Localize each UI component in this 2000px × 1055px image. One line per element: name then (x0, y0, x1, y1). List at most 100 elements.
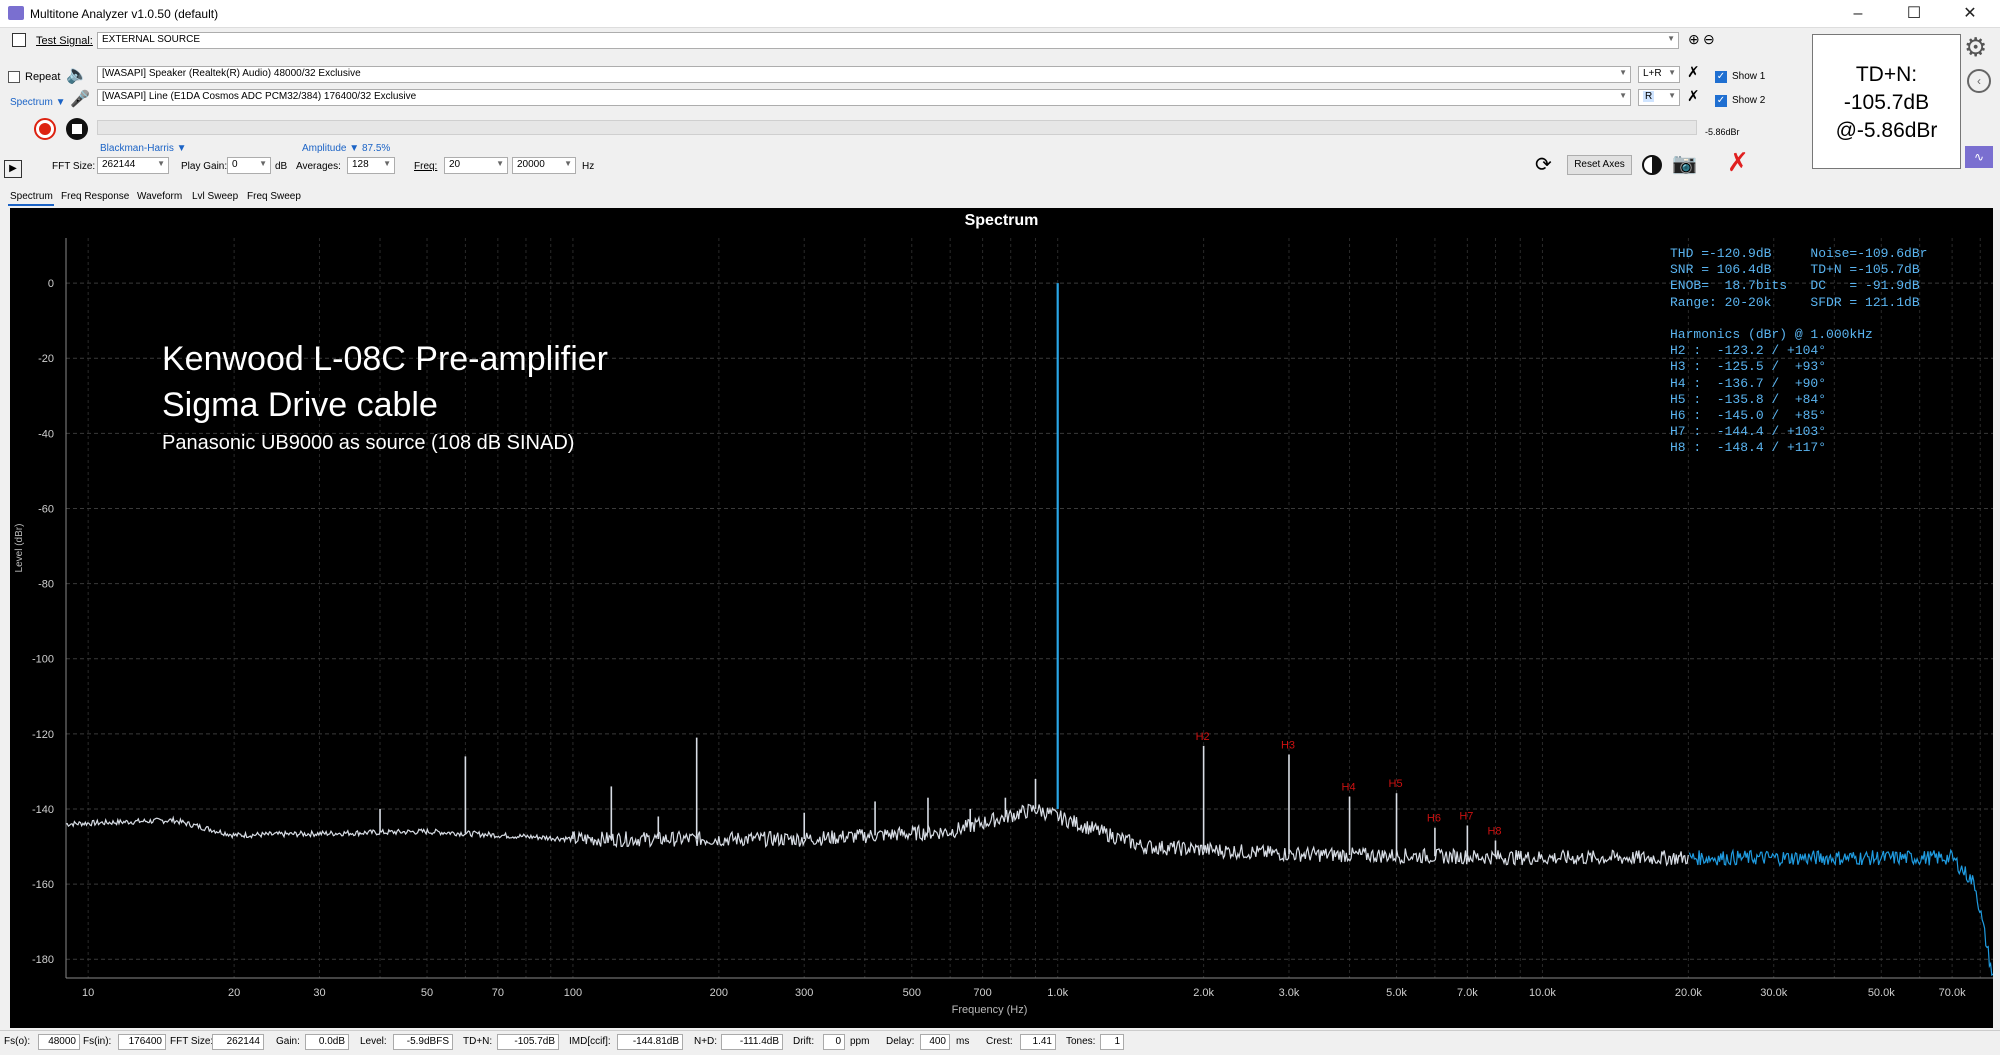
annotation-line1: Kenwood L-08C Pre-amplifier (162, 340, 608, 378)
stats-line: H8 : -148.4 / +117° (1670, 440, 1827, 456)
annotation-line2: Sigma Drive cable (162, 386, 438, 424)
x-tick-label: 70.0k (1939, 987, 1966, 999)
spectrum-plot[interactable]: 0 -20 -40 -60 -80 -100 -120 -140 -160 -180 10 20 30 5… (10, 208, 1994, 1028)
tab-underline (8, 204, 54, 206)
level-meter (97, 120, 1697, 135)
stop-button[interactable] (66, 118, 88, 140)
contrast-icon[interactable] (1642, 155, 1662, 175)
fft-size-select[interactable]: 262144 ▼ (97, 157, 169, 174)
spectrum-mode-button[interactable]: Spectrum ▼ (10, 97, 65, 108)
nd-status-label: N+D: (694, 1036, 718, 1047)
y-tick-label: -120 (32, 729, 54, 741)
tab-waveform[interactable]: Waveform (137, 191, 182, 202)
refresh-icon[interactable]: ⟳ (1535, 152, 1552, 177)
minimize-button[interactable]: – (1830, 0, 1886, 28)
crest-status-value: 1.41 (1020, 1034, 1056, 1050)
stats-line: Harmonics (dBr) @ 1.000kHz (1670, 327, 1873, 343)
x-tick-label: 50 (421, 987, 433, 999)
y-tick-label: -180 (32, 954, 54, 966)
input-device-select[interactable]: [WASAPI] Line (E1DA Cosmos ADC PCM32/384… (97, 89, 1631, 106)
maximize-button[interactable]: ☐ (1886, 0, 1942, 28)
amplitude-button[interactable]: Amplitude ▼ 87.5% (302, 143, 390, 154)
stats-block: THD =-120.9dB Noise=-109.6dBr SNR = 106.4… (1670, 246, 1927, 457)
stop-icon (72, 124, 82, 134)
x-tick-label: 200 (710, 987, 728, 999)
output-channel-select[interactable]: L+R ▼ (1638, 66, 1680, 83)
fs-in-value: 176400 (118, 1034, 166, 1050)
x-tick-label: 20.0k (1675, 987, 1702, 999)
tab-lvl-sweep[interactable]: Lvl Sweep (192, 191, 238, 202)
panel-toggle-icon[interactable]: ▶ (4, 160, 22, 178)
window-function-button[interactable]: Blackman-Harris ▼ (100, 143, 187, 154)
tab-freq-sweep[interactable]: Freq Sweep (247, 191, 301, 202)
harmonic-label: H6 (1427, 813, 1441, 825)
x-tick-label: 70 (492, 987, 504, 999)
remove-icon[interactable]: ⊖ (1703, 31, 1715, 48)
x-tick-label: 100 (564, 987, 582, 999)
clear-icon[interactable]: ✗ (1727, 147, 1749, 178)
close-button[interactable]: ✕ (1942, 0, 1998, 28)
output-tool-icon[interactable]: ✗ (1687, 63, 1700, 81)
history-icon[interactable]: ‹ (1967, 69, 1991, 93)
waveform-view-icon[interactable]: ∿ (1965, 146, 1993, 168)
input-tool-icon[interactable]: ✗ (1687, 87, 1700, 105)
fs-out-label: Fs(o): (4, 1036, 31, 1047)
title-bar: Multitone Analyzer v1.0.50 (default) – ☐… (0, 0, 2000, 28)
drift-status-label: Drift: (793, 1036, 815, 1047)
tones-status-value: 1 (1100, 1034, 1124, 1050)
play-gain-select[interactable]: 0 ▼ (227, 157, 271, 174)
gain-status-value: 0.0dB (305, 1034, 349, 1050)
stats-line (1670, 311, 1927, 327)
freq-max-select[interactable]: 20000 ▼ (512, 157, 576, 174)
repeat-checkbox[interactable] (8, 71, 20, 83)
labels-layer: H2 H3 H4 H5 H6 H7 H8 (1196, 731, 1502, 838)
tab-freq-response[interactable]: Freq Response (61, 191, 129, 202)
show2-checkbox[interactable]: ✓ (1715, 95, 1727, 107)
averages-select[interactable]: 128 ▼ (347, 157, 395, 174)
show1-label: Show 1 (1732, 71, 1766, 82)
tdn-display: TD+N: -105.7dB @-5.86dBr (1812, 34, 1961, 169)
reset-axes-button[interactable]: Reset Axes (1567, 155, 1632, 175)
tones-status-label: Tones: (1066, 1036, 1096, 1047)
record-button[interactable] (34, 118, 56, 140)
fs-out-value: 48000 (38, 1034, 80, 1050)
x-tick-label: 1.0k (1047, 987, 1068, 999)
add-icon[interactable]: ⊕ (1688, 31, 1700, 48)
fft-size-label: FFT Size: (52, 161, 96, 172)
y-tick-label: -20 (38, 353, 54, 365)
drift-status-value: 0 (823, 1034, 845, 1050)
microphone-icon[interactable]: 🎤 (70, 89, 90, 109)
output-device-select[interactable]: [WASAPI] Speaker (Realtek(R) Audio) 4800… (97, 66, 1631, 83)
x-tick-label: 10 (82, 987, 94, 999)
record-icon (39, 123, 51, 135)
fs-in-label: Fs(in): (83, 1036, 112, 1047)
harmonic-label: H3 (1281, 739, 1295, 751)
app-icon (8, 6, 24, 20)
input-channel-select[interactable]: R ▼ (1638, 89, 1680, 106)
x-axis-title: Frequency (Hz) (952, 1004, 1028, 1016)
settings-gear-icon[interactable]: ⚙ (1964, 32, 1987, 63)
show1-checkbox[interactable]: ✓ (1715, 71, 1727, 83)
test-signal-select[interactable]: EXTERNAL SOURCE ▼ (97, 32, 1679, 49)
speaker-icon[interactable]: 🔈 (66, 64, 88, 85)
freq-unit: Hz (582, 161, 595, 172)
freq-min-select[interactable]: 20 ▼ (444, 157, 508, 174)
y-tick-label: -60 (38, 503, 54, 515)
drift-status-unit: ppm (850, 1036, 870, 1047)
y-tick-label: -40 (38, 428, 54, 440)
stats-line: ENOB= 18.7bits DC = -91.9dB (1670, 278, 1920, 294)
tab-spectrum[interactable]: Spectrum (10, 191, 53, 202)
level-readout: -5.86dBr (1705, 127, 1740, 137)
imd-status-label: IMD[ccif]: (569, 1036, 611, 1047)
x-tick-label: 500 (903, 987, 921, 999)
play-gain-unit: dB (275, 161, 288, 172)
delay-status-label: Delay: (886, 1036, 915, 1047)
tdn-line3: @-5.86dBr (1835, 119, 1938, 142)
status-bar: Fs(o): 48000 Fs(in): 176400 FFT Size: 26… (0, 1030, 2000, 1055)
harmonic-label: H7 (1459, 810, 1473, 822)
camera-icon[interactable]: 📷 (1672, 151, 1697, 176)
y-tick-label: -80 (38, 579, 54, 591)
x-tick-label: 700 (973, 987, 991, 999)
x-tick-label: 20 (228, 987, 240, 999)
test-signal-icon (12, 33, 26, 47)
